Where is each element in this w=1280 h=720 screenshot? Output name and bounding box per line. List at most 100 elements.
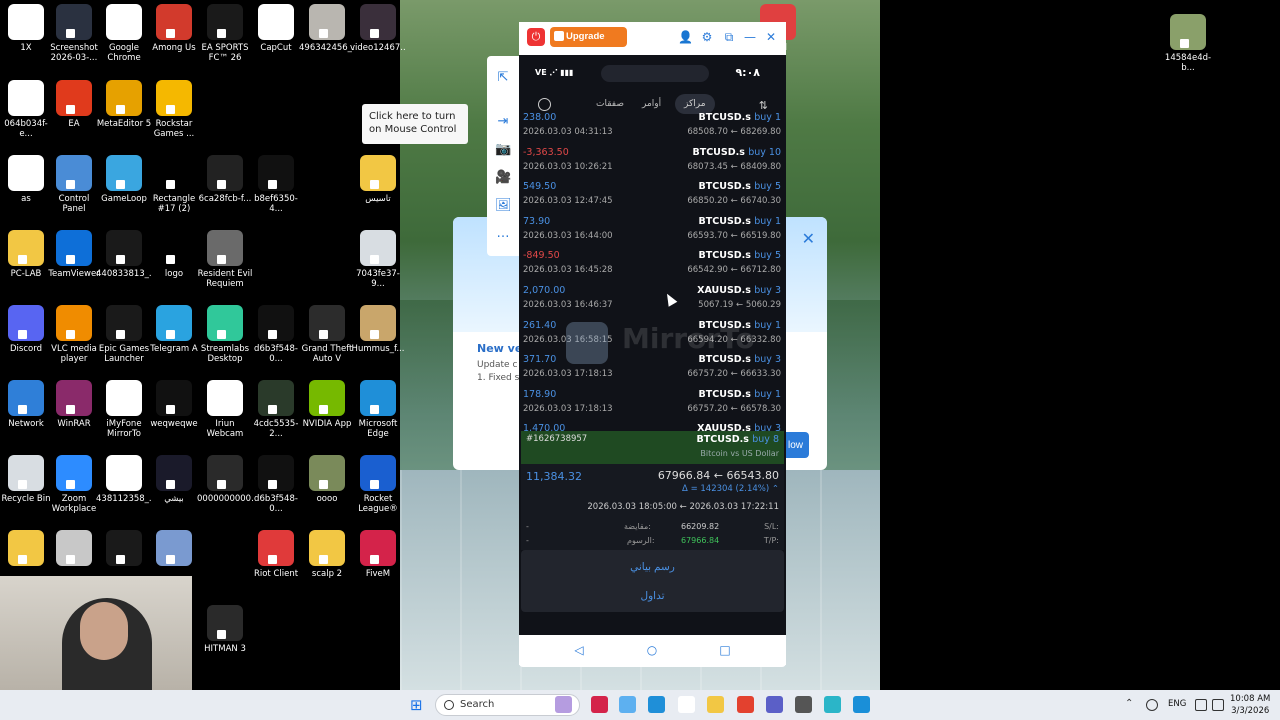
taskbar-explorer-icon[interactable] (707, 696, 724, 713)
desktop-icon[interactable]: EA (46, 80, 102, 129)
taskbar-mirrorto-icon[interactable] (824, 696, 841, 713)
trade-button[interactable]: تداول (521, 582, 784, 610)
desktop-icon[interactable]: Rocket League® (350, 455, 406, 514)
desktop-icon[interactable]: Among Us (146, 4, 202, 53)
taskbar-file-icon[interactable] (678, 696, 695, 713)
desktop-icon[interactable]: weqweqwe (146, 380, 202, 429)
taskbar-edge-icon[interactable] (648, 696, 665, 713)
desktop-icon[interactable]: HITMAN 3 (197, 605, 253, 654)
desktop-icon[interactable]: logo (146, 230, 202, 279)
settings-icon[interactable]: ⚙ (700, 30, 714, 44)
desktop-icon[interactable]: Riot Client (248, 530, 304, 579)
desktop-icon[interactable]: oooo (299, 455, 355, 504)
taskbar-clock[interactable]: 10:08 AM 3/3/2026 (1230, 693, 1270, 717)
desktop-icon[interactable]: Google Chrome (96, 4, 152, 63)
desktop-icon[interactable]: بيشي (146, 455, 202, 504)
desktop-icon[interactable]: Resident Evil Requiem (197, 230, 253, 289)
gallery-icon[interactable]: 🖼 (495, 198, 512, 214)
position-row[interactable]: 371.70 2026.03.03 17:18:13 BTCUSD.s buy 3 6… (519, 352, 786, 387)
desktop-icon[interactable]: scalp 2 (299, 530, 355, 579)
taskbar-widgets-icon[interactable] (555, 696, 572, 713)
screenshot-icon[interactable]: 📷 (495, 142, 511, 158)
position-row[interactable]: 549.50 2026.03.03 12:47:45 BTCUSD.s buy 5 6… (519, 179, 786, 214)
desktop-icon[interactable]: Iriun Webcam (197, 380, 253, 439)
desktop-icon[interactable]: iMyFone MirrorTo (96, 380, 152, 439)
desktop-icon[interactable]: d6b3f548-0... (248, 455, 304, 514)
taskbar-copilot-icon[interactable] (619, 696, 636, 713)
taskbar-teams-icon[interactable] (766, 696, 783, 713)
record-icon[interactable]: 🎥 (495, 170, 511, 186)
desktop-icon[interactable]: 440833813_... (96, 230, 152, 279)
desktop-icon[interactable]: Microsoft Edge (350, 380, 406, 439)
minimize-icon[interactable]: — (743, 30, 757, 44)
desktop-icon[interactable]: WinRAR (46, 380, 102, 429)
account-icon[interactable]: 👤 (678, 30, 693, 44)
desktop-icon[interactable]: 4cdc5535-2... (248, 380, 304, 439)
volume-icon[interactable] (1212, 699, 1224, 711)
power-icon[interactable]: ⏻ (527, 28, 545, 46)
chart-button[interactable]: رسم بياني (521, 553, 784, 581)
desktop-icon[interactable]: 7043fe37-9... (350, 230, 406, 289)
desktop-icon[interactable]: 6ca28fcb-f... (197, 155, 253, 204)
close-icon[interactable]: ✕ (764, 30, 778, 44)
desktop-icon[interactable]: 496342456_... (299, 4, 355, 53)
taskbar-chrome-icon[interactable] (737, 696, 754, 713)
position-row[interactable]: 2,070.00 2026.03.03 16:46:37 XAUUSD.s buy … (519, 283, 786, 318)
desktop-icon[interactable] (96, 530, 152, 569)
desktop-icon[interactable]: 438112358_... (96, 455, 152, 504)
app-icon (106, 4, 142, 40)
recents-icon[interactable]: □ (717, 642, 733, 658)
desktop-icon[interactable]: Hummus_f... (350, 305, 406, 354)
desktop-icon[interactable]: Rockstar Games ... (146, 80, 202, 139)
desktop-icon[interactable]: d6b3f548-0... (248, 305, 304, 364)
desktop-icon[interactable]: MetaEditor 5 (96, 80, 152, 129)
home-icon[interactable]: ○ (644, 642, 660, 658)
tray-expand-icon[interactable]: ⌃ (1125, 698, 1133, 709)
app-icon (8, 380, 44, 416)
desktop-icon[interactable]: Streamlabs Desktop (197, 305, 253, 364)
desktop-icon[interactable]: Screenshot 2026-03-... (46, 4, 102, 63)
desktop-icon[interactable]: Telegram A (146, 305, 202, 354)
mouse-control-icon[interactable]: ⇥ (495, 114, 511, 130)
collapse-icon[interactable]: ⇱ (495, 70, 511, 86)
language-indicator[interactable]: ENG (1168, 699, 1186, 709)
desktop-icon[interactable]: تاسیس (350, 155, 406, 204)
taskbar-app-a-icon[interactable] (591, 696, 608, 713)
upgrade-now-button[interactable]: Upgrade Now (550, 27, 627, 62)
selected-position[interactable]: #1626738957 BTCUSD.s buy 8 Bitcoin vs US… (521, 431, 784, 464)
desktop-icon[interactable]: GameLoop (96, 155, 152, 204)
desktop-icon[interactable]: FiveM (350, 530, 406, 579)
desktop-icon[interactable]: NVIDIA App (299, 380, 355, 429)
desktop-icon[interactable] (146, 530, 202, 569)
desktop-icon[interactable]: Grand Theft Auto V (299, 305, 355, 364)
position-row[interactable]: 178.90 2026.03.03 17:18:13 BTCUSD.s buy 1 6… (519, 387, 786, 422)
desktop-icon[interactable]: 14584e4d-b... (1160, 14, 1216, 73)
desktop-icon[interactable]: Epic Games Launcher (96, 305, 152, 364)
desktop-icon[interactable]: Control Panel (46, 155, 102, 214)
dialog-close-button[interactable]: ✕ (802, 229, 815, 249)
taskbar-settings-icon[interactable] (795, 696, 812, 713)
desktop-icon[interactable]: 0000000000... (197, 455, 253, 504)
desktop-icon[interactable]: video12467... (350, 4, 406, 53)
microphone-icon[interactable] (1146, 699, 1158, 711)
desktop-icon[interactable]: Rectangle #17 (2) (146, 155, 202, 214)
taskbar-download-icon[interactable] (853, 696, 870, 713)
desktop-icon[interactable]: EA SPORTS FC™ 26 (197, 4, 253, 63)
mouse-control-tooltip[interactable]: Click here to turn on Mouse Control (362, 104, 468, 144)
desktop-icon[interactable]: b8ef6350-4... (248, 155, 304, 214)
fullscreen-icon[interactable]: ⧉ (722, 30, 736, 44)
position-row[interactable]: -3,363.50 2026.03.03 10:26:21 BTCUSD.s buy… (519, 145, 786, 180)
position-row[interactable]: 238.00 2026.03.03 04:31:13 BTCUSD.s buy 1 6… (519, 110, 786, 145)
back-icon[interactable]: ◁ (571, 642, 587, 658)
desktop-icon[interactable]: TeamViewer (46, 230, 102, 279)
desktop-icon[interactable]: Zoom Workplace (46, 455, 102, 514)
start-button[interactable]: ⊞ (410, 696, 428, 714)
desktop-icon[interactable] (46, 530, 102, 569)
position-row[interactable]: 73.90 2026.03.03 16:44:00 BTCUSD.s buy 1 66… (519, 214, 786, 249)
position-row[interactable]: -849.50 2026.03.03 16:45:28 BTCUSD.s buy 5… (519, 248, 786, 283)
network-icon[interactable] (1195, 699, 1207, 711)
desktop-icon[interactable]: VLC media player (46, 305, 102, 364)
shortcut-arrow-icon (370, 405, 379, 414)
more-icon[interactable]: … (495, 226, 511, 242)
desktop-icon[interactable]: CapCut (248, 4, 304, 53)
